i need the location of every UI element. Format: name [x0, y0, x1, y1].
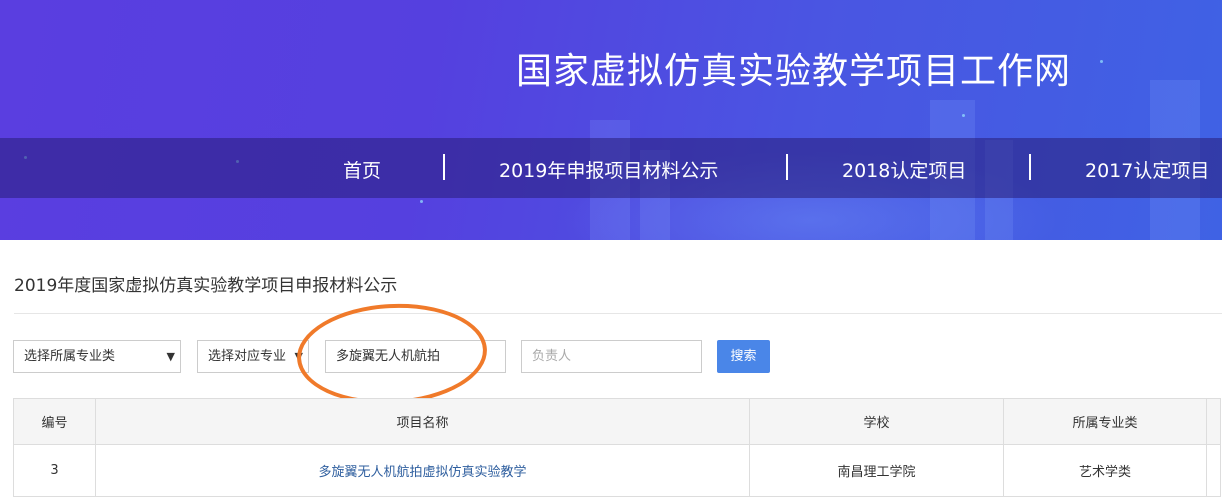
divider: [14, 313, 1222, 314]
leader-input[interactable]: 负责人: [521, 340, 702, 373]
highlight-annotation: [294, 299, 490, 409]
dropdown-caret-icon: ▼: [166, 350, 175, 363]
major-category-select-label: 选择所属专业类: [24, 349, 116, 364]
cell-id: 3: [13, 444, 96, 497]
search-button[interactable]: 搜索: [717, 340, 770, 373]
nav-item-2017-projects[interactable]: 2017认定项目: [1085, 156, 1209, 183]
nav-item-2019-materials[interactable]: 2019年申报项目材料公示: [499, 156, 718, 183]
column-header-project-name: 项目名称: [95, 398, 750, 445]
column-header-extra: [1206, 398, 1221, 445]
nav-separator: [1029, 154, 1031, 180]
column-header-school: 学校: [749, 398, 1004, 445]
table-header-row: 编号 项目名称 学校 所属专业类: [13, 398, 1221, 445]
major-select[interactable]: 选择对应专业 ▼: [197, 340, 309, 373]
major-category-select[interactable]: 选择所属专业类 ▼: [13, 340, 181, 373]
column-header-id: 编号: [13, 398, 96, 445]
site-title: 国家虚拟仿真实验教学项目工作网: [516, 51, 1072, 92]
nav-item-2018-projects[interactable]: 2018认定项目: [842, 156, 966, 183]
cell-category: 艺术学类: [1003, 444, 1207, 497]
nav-separator: [443, 154, 445, 180]
page-title: 2019年度国家虚拟仿真实验教学项目申报材料公示: [14, 276, 398, 296]
header-banner: 国家虚拟仿真实验教学项目工作网 首页 2019年申报项目材料公示 2018认定项…: [0, 0, 1222, 240]
cell-school: 南昌理工学院: [749, 444, 1004, 497]
main-nav: 首页 2019年申报项目材料公示 2018认定项目 2017认定项目: [0, 138, 1222, 198]
cell-project-name-link[interactable]: 多旋翼无人机航拍虚拟仿真实验教学: [95, 444, 750, 497]
major-select-label: 选择对应专业: [208, 349, 287, 364]
results-table: 编号 项目名称 学校 所属专业类 3 多旋翼无人机航拍虚拟仿真实验教学 南昌理工…: [13, 398, 1221, 497]
nav-item-home[interactable]: 首页: [343, 156, 381, 183]
cell-extra: [1206, 444, 1221, 497]
nav-separator: [786, 154, 788, 180]
table-row: 3 多旋翼无人机航拍虚拟仿真实验教学 南昌理工学院 艺术学类: [13, 444, 1221, 497]
column-header-category: 所属专业类: [1003, 398, 1207, 445]
